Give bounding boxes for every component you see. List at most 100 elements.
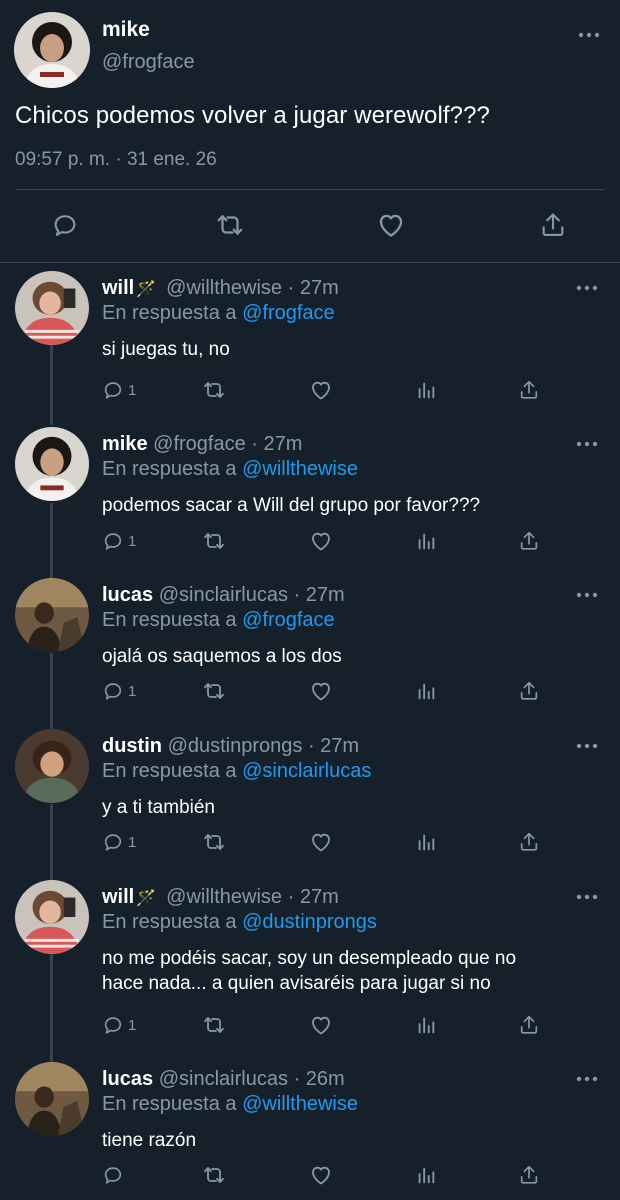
reply-icon xyxy=(51,211,79,239)
analytics-button[interactable] xyxy=(415,377,437,403)
mention-link[interactable]: @sinclairlucas xyxy=(242,760,371,782)
reply-tweet[interactable]: lucas @sinclairlucas · 27m En respuesta … xyxy=(0,578,620,728)
like-icon xyxy=(309,1163,333,1187)
author-name[interactable]: lucas xyxy=(102,584,153,606)
mention-link[interactable]: @frogface xyxy=(242,302,335,324)
action-bar: 1 xyxy=(102,678,542,704)
author-name[interactable]: will xyxy=(102,277,134,299)
avatar[interactable] xyxy=(15,1062,89,1136)
like-button[interactable] xyxy=(309,528,333,554)
avatar[interactable] xyxy=(15,880,89,954)
avatar-will-image xyxy=(15,880,89,954)
author-handle-time[interactable]: @willthewise · 27m xyxy=(166,886,339,908)
divider xyxy=(15,189,605,190)
retweet-icon xyxy=(202,1013,226,1037)
more-dots-icon[interactable] xyxy=(576,285,598,295)
retweet-button[interactable] xyxy=(202,377,226,403)
more-dots-icon[interactable] xyxy=(576,894,598,904)
retweet-button[interactable] xyxy=(213,208,247,242)
like-button[interactable] xyxy=(309,829,333,855)
tweet-text: Chicos podemos volver a jugar werewolf??… xyxy=(15,102,491,129)
more-dots-icon[interactable] xyxy=(576,743,598,753)
reply-button[interactable]: 1 xyxy=(102,829,136,855)
avatar-lucas-image xyxy=(15,578,89,652)
analytics-icon xyxy=(415,530,437,552)
author-name[interactable]: lucas xyxy=(102,1068,153,1090)
magic-wand-icon: 🪄 xyxy=(136,890,157,907)
like-button[interactable] xyxy=(309,1162,333,1188)
mention-link[interactable]: @willthewise xyxy=(242,458,358,480)
mention-link[interactable]: @dustinprongs xyxy=(242,911,377,933)
avatar[interactable] xyxy=(15,271,89,345)
author-handle-time[interactable]: @dustinprongs · 27m xyxy=(168,735,360,757)
author-name[interactable]: mike xyxy=(102,433,148,455)
reply-tweet[interactable]: will 🪄 @willthewise · 27m En respuesta a @… xyxy=(0,880,620,1060)
reply-button[interactable]: 1 xyxy=(102,1012,136,1038)
reply-tweet[interactable]: lucas @sinclairlucas · 26m En respuesta … xyxy=(0,1062,620,1200)
reply-header: lucas @sinclairlucas · 26m xyxy=(102,1068,345,1091)
more-dots-icon[interactable] xyxy=(576,592,598,602)
reply-button[interactable]: 1 xyxy=(102,528,136,554)
reply-count: 1 xyxy=(128,381,137,399)
retweet-button[interactable] xyxy=(202,1012,226,1038)
author-handle-time[interactable]: @frogface · 27m xyxy=(153,433,302,455)
retweet-button[interactable] xyxy=(202,678,226,704)
avatar[interactable] xyxy=(15,729,89,803)
more-dots-icon[interactable] xyxy=(576,1076,598,1086)
author-name[interactable]: mike xyxy=(102,18,150,42)
author-handle-time[interactable]: @sinclairlucas · 27m xyxy=(159,584,345,606)
replying-prefix: En respuesta a xyxy=(102,911,237,933)
more-dots-icon[interactable] xyxy=(578,32,600,42)
share-button[interactable] xyxy=(518,678,540,704)
reply-tweet[interactable]: will 🪄 @willthewise · 27m En respuesta a @… xyxy=(0,271,620,421)
retweet-button[interactable] xyxy=(202,829,226,855)
analytics-icon xyxy=(415,1164,437,1186)
retweet-icon xyxy=(215,210,245,240)
reply-button[interactable] xyxy=(102,1162,128,1188)
share-button[interactable] xyxy=(518,528,540,554)
reply-tweet[interactable]: dustin @dustinprongs · 27m En respuesta … xyxy=(0,729,620,879)
like-button[interactable] xyxy=(309,678,333,704)
mention-link[interactable]: @willthewise xyxy=(242,1093,358,1115)
reply-button[interactable] xyxy=(48,208,82,242)
author-name[interactable]: dustin xyxy=(102,735,162,757)
retweet-icon xyxy=(202,529,226,553)
analytics-button[interactable] xyxy=(415,528,437,554)
share-button[interactable] xyxy=(518,829,540,855)
author-handle-time[interactable]: @willthewise · 27m xyxy=(166,277,339,299)
analytics-button[interactable] xyxy=(415,678,437,704)
reply-header: will 🪄 @willthewise · 27m xyxy=(102,886,339,909)
avatar[interactable] xyxy=(14,12,90,88)
mention-link[interactable]: @frogface xyxy=(242,609,335,631)
analytics-icon xyxy=(415,1014,437,1036)
analytics-button[interactable] xyxy=(415,829,437,855)
reply-button[interactable]: 1 xyxy=(102,377,136,403)
retweet-button[interactable] xyxy=(202,1162,226,1188)
share-button[interactable] xyxy=(536,208,570,242)
main-tweet[interactable]: mike @frogface Chicos podemos volver a j… xyxy=(0,0,620,262)
analytics-button[interactable] xyxy=(415,1162,437,1188)
share-button[interactable] xyxy=(518,1162,540,1188)
action-bar: 1 xyxy=(102,528,542,554)
like-button[interactable] xyxy=(309,377,333,403)
like-button[interactable] xyxy=(309,1012,333,1038)
reply-text-line: no me podéis sacar, soy un desempleado q… xyxy=(102,948,517,969)
avatar[interactable] xyxy=(15,427,89,501)
author-name[interactable]: will xyxy=(102,886,134,908)
replying-to: En respuesta a @frogface xyxy=(102,609,335,632)
author-handle[interactable]: @frogface xyxy=(102,51,195,74)
replying-prefix: En respuesta a xyxy=(102,760,237,782)
reply-button[interactable]: 1 xyxy=(102,678,136,704)
reply-icon xyxy=(102,1164,124,1186)
author-handle-time[interactable]: @sinclairlucas · 26m xyxy=(159,1068,345,1090)
retweet-button[interactable] xyxy=(202,528,226,554)
share-button[interactable] xyxy=(518,1012,540,1038)
like-button[interactable] xyxy=(374,208,408,242)
more-dots-icon[interactable] xyxy=(576,441,598,451)
reply-tweet[interactable]: mike @frogface · 27m En respuesta a @wil… xyxy=(0,427,620,577)
reply-text: tiene razón xyxy=(102,1128,602,1153)
replying-prefix: En respuesta a xyxy=(102,302,237,324)
share-button[interactable] xyxy=(518,377,540,403)
analytics-button[interactable] xyxy=(415,1012,437,1038)
avatar[interactable] xyxy=(15,578,89,652)
